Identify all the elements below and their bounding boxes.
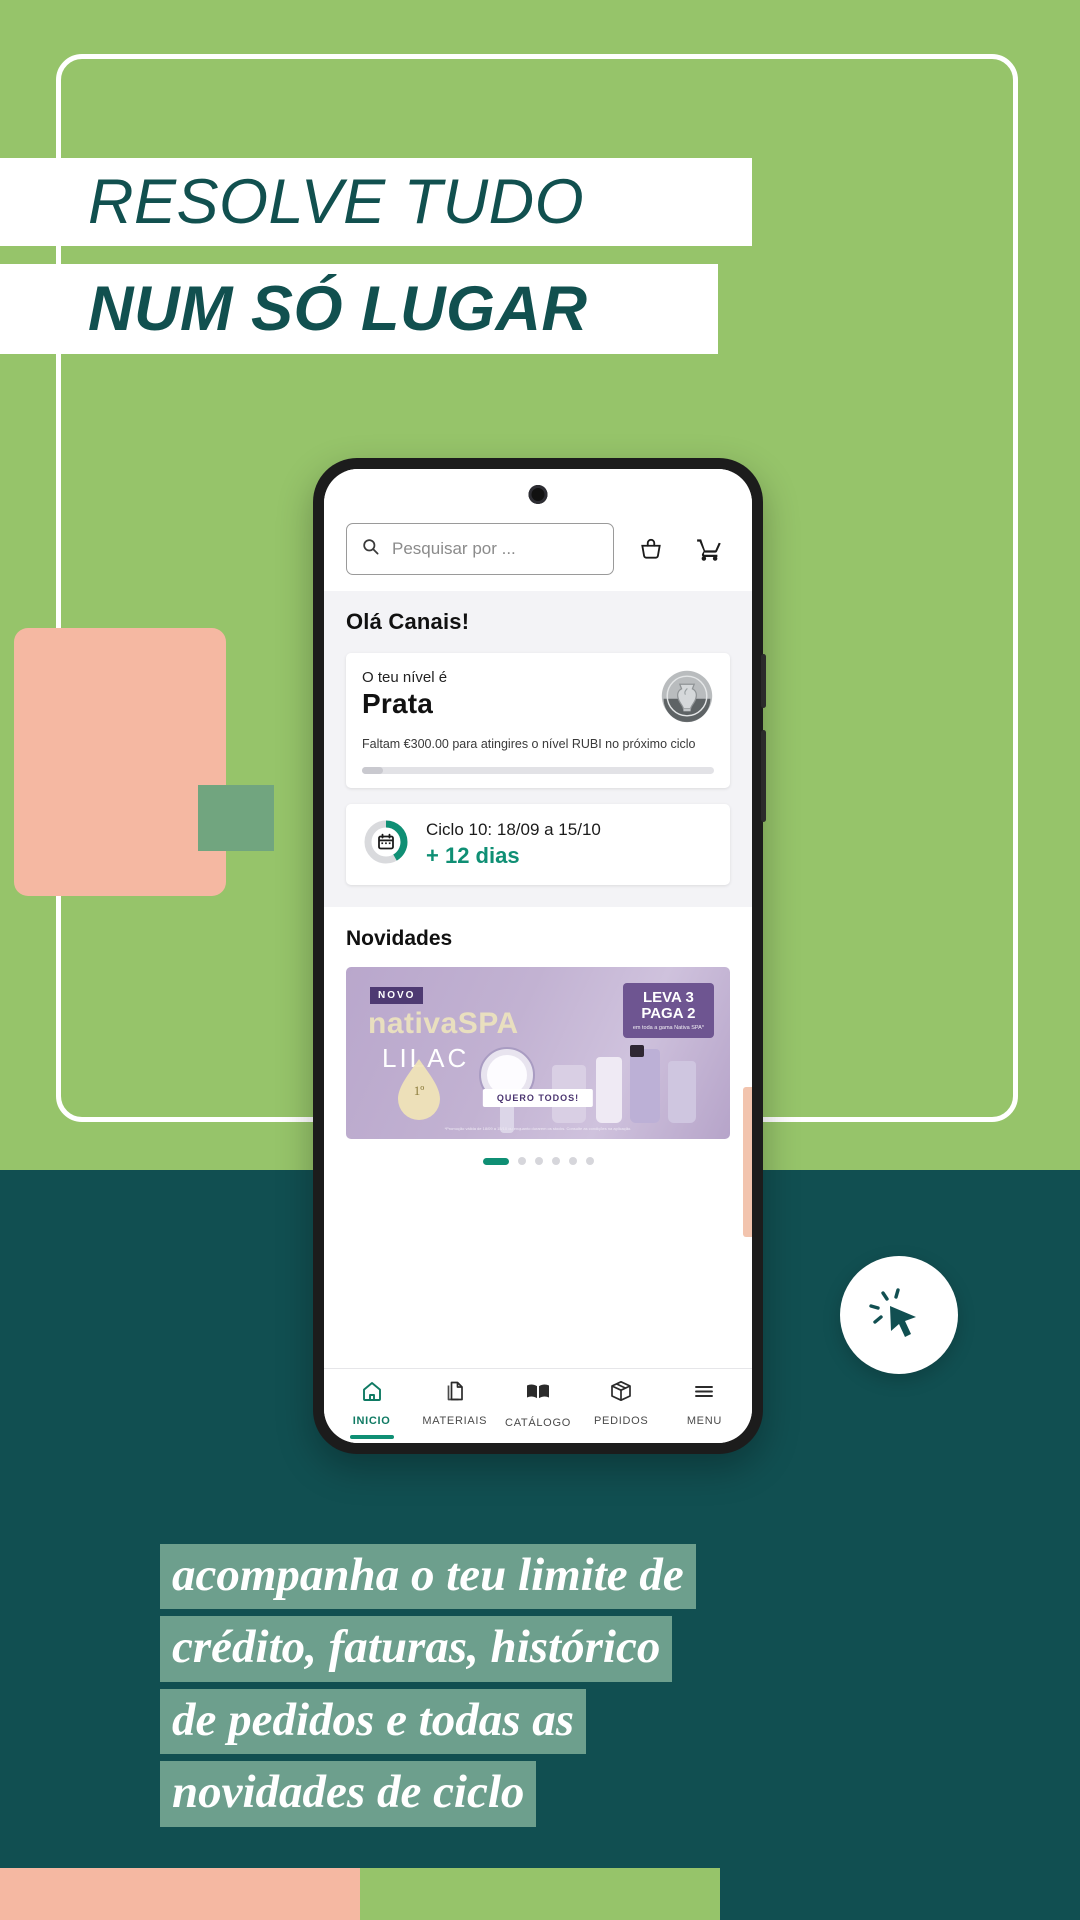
banner-brand-name: nativaSPA bbox=[368, 1007, 519, 1041]
news-section: Novidades NOVO nativaSPA LILAC 1º LEVA 3… bbox=[324, 907, 752, 1368]
promo-banner[interactable]: NOVO nativaSPA LILAC 1º LEVA 3 PAGA 2 em… bbox=[346, 967, 730, 1140]
banner-cta-button[interactable]: QUERO TODOS! bbox=[482, 1089, 594, 1108]
book-icon bbox=[525, 1379, 551, 1410]
news-section-title: Novidades bbox=[346, 927, 453, 951]
silver-trophy-badge-icon bbox=[660, 669, 714, 723]
tube-product-graphic-2 bbox=[596, 1057, 622, 1124]
phone-power-button bbox=[761, 730, 766, 822]
bottle-product-graphic-2 bbox=[668, 1061, 696, 1124]
bottle-product-graphic bbox=[630, 1049, 660, 1124]
footer-strip-peach bbox=[0, 1868, 360, 1920]
home-icon bbox=[360, 1379, 384, 1408]
nav-label-materiais: MATERIAIS bbox=[422, 1415, 488, 1427]
cycle-range-text: Ciclo 10: 18/09 a 15/10 bbox=[426, 820, 601, 840]
promo-offer-box: LEVA 3 PAGA 2 em toda a gama Nativa SPA* bbox=[622, 983, 714, 1039]
sidebar-item-inicio[interactable]: INICIO bbox=[330, 1379, 413, 1439]
calendar-ring-indicator bbox=[362, 818, 410, 871]
nav-active-underline bbox=[349, 1435, 394, 1439]
promo-line-1: LEVA 3 bbox=[643, 989, 694, 1007]
click-cursor-badge bbox=[840, 1256, 958, 1374]
paragraph-line-3: de pedidos e todas as bbox=[160, 1688, 587, 1755]
phone-screen: Pesquisar por ... Olá Canais! O teu níve… bbox=[324, 469, 752, 1443]
loyalty-level-card[interactable]: O teu nível é Prata Faltam €300.00 para … bbox=[346, 653, 730, 789]
paragraph-line-2: crédito, faturas, histórico bbox=[160, 1616, 673, 1682]
paragraph-line-4: novidades de ciclo bbox=[160, 1761, 537, 1827]
pump-cap-graphic bbox=[630, 1045, 644, 1058]
nav-label-inicio: INICIO bbox=[352, 1415, 391, 1427]
poster-canvas: RESOLVE TUDO NUM SÓ LUGAR Pesquisar por … bbox=[0, 0, 1080, 1920]
front-camera-punchhole bbox=[528, 485, 548, 504]
sidebar-item-menu[interactable]: MENU bbox=[663, 1379, 746, 1429]
shopping-cart-icon[interactable] bbox=[688, 528, 730, 570]
box-icon bbox=[609, 1379, 633, 1408]
sidebar-item-pedidos[interactable]: PEDIDOS bbox=[580, 1379, 663, 1429]
svg-text:1º: 1º bbox=[414, 1083, 425, 1098]
search-icon bbox=[361, 537, 380, 561]
footer-strip-green bbox=[360, 1868, 720, 1920]
nav-label-pedidos: PEDIDOS bbox=[594, 1415, 649, 1427]
footer-strip-teal bbox=[720, 1868, 1080, 1920]
headline-line-1: RESOLVE TUDO bbox=[0, 158, 752, 246]
hamburger-menu-icon bbox=[692, 1379, 716, 1408]
poster-paragraph: acompanha o teu limite de crédito, fatur… bbox=[160, 1544, 960, 1834]
phone-mockup: Pesquisar por ... Olá Canais! O teu níve… bbox=[313, 458, 766, 1454]
sidebar-item-materiais[interactable]: MATERIAIS bbox=[413, 1379, 496, 1429]
level-progress-fill bbox=[362, 767, 384, 775]
banner-novo-tag: NOVO bbox=[370, 987, 424, 1005]
carousel-dots[interactable] bbox=[346, 1157, 730, 1166]
calendar-icon bbox=[378, 833, 394, 850]
dashboard-section: Olá Canais! O teu nível é Prata Faltam €… bbox=[324, 591, 752, 908]
phone-volume-button bbox=[761, 654, 766, 708]
decorative-peach-block bbox=[14, 628, 226, 896]
nav-label-catalogo: CATÁLOGO bbox=[505, 1417, 571, 1429]
basket-icon[interactable] bbox=[630, 528, 672, 570]
search-placeholder-text: Pesquisar por ... bbox=[392, 539, 516, 558]
promo-line-2: PAGA 2 bbox=[641, 1004, 696, 1022]
level-progress-bar bbox=[362, 767, 714, 775]
carousel-dot-5[interactable] bbox=[568, 1157, 577, 1166]
greeting-text: Olá Canais! bbox=[346, 609, 470, 634]
cycle-card[interactable]: Ciclo 10: 18/09 a 15/10 + 12 dias bbox=[346, 804, 730, 886]
carousel-dot-4[interactable] bbox=[551, 1157, 560, 1166]
click-cursor-icon bbox=[869, 1288, 916, 1337]
level-progress-note: Faltam €300.00 para atingires o nível RU… bbox=[362, 737, 696, 751]
bottom-navigation-bar: INICIO MATERIAIS CATÁLOGO PEDIDOS MENU bbox=[324, 1368, 752, 1443]
level-label: O teu nível é bbox=[362, 669, 448, 686]
level-name: Prata bbox=[362, 688, 434, 719]
cycle-days-remaining: + 12 dias bbox=[426, 843, 520, 869]
paragraph-line-1: acompanha o teu limite de bbox=[160, 1544, 696, 1610]
banner-legal-footer: *Promoção válida de 18/09 a 15/10 ou enq… bbox=[444, 1126, 632, 1132]
documents-icon bbox=[443, 1379, 467, 1408]
carousel-dot-6[interactable] bbox=[585, 1157, 594, 1166]
carousel-dot-3[interactable] bbox=[534, 1157, 543, 1166]
carousel-next-slide-peek[interactable] bbox=[743, 1087, 752, 1238]
sidebar-item-catalogo[interactable]: CATÁLOGO bbox=[496, 1379, 579, 1429]
droplet-product-graphic: 1º bbox=[398, 1059, 440, 1121]
carousel-dot-2[interactable] bbox=[517, 1157, 526, 1166]
decorative-sage-block bbox=[198, 785, 274, 851]
nav-label-menu: MENU bbox=[686, 1415, 723, 1427]
search-input[interactable]: Pesquisar por ... bbox=[346, 523, 614, 575]
promo-note: em toda a gama Nativa SPA* bbox=[632, 1024, 704, 1031]
carousel-dot-1[interactable] bbox=[482, 1157, 509, 1165]
headline-line-2: NUM SÓ LUGAR bbox=[0, 264, 718, 354]
